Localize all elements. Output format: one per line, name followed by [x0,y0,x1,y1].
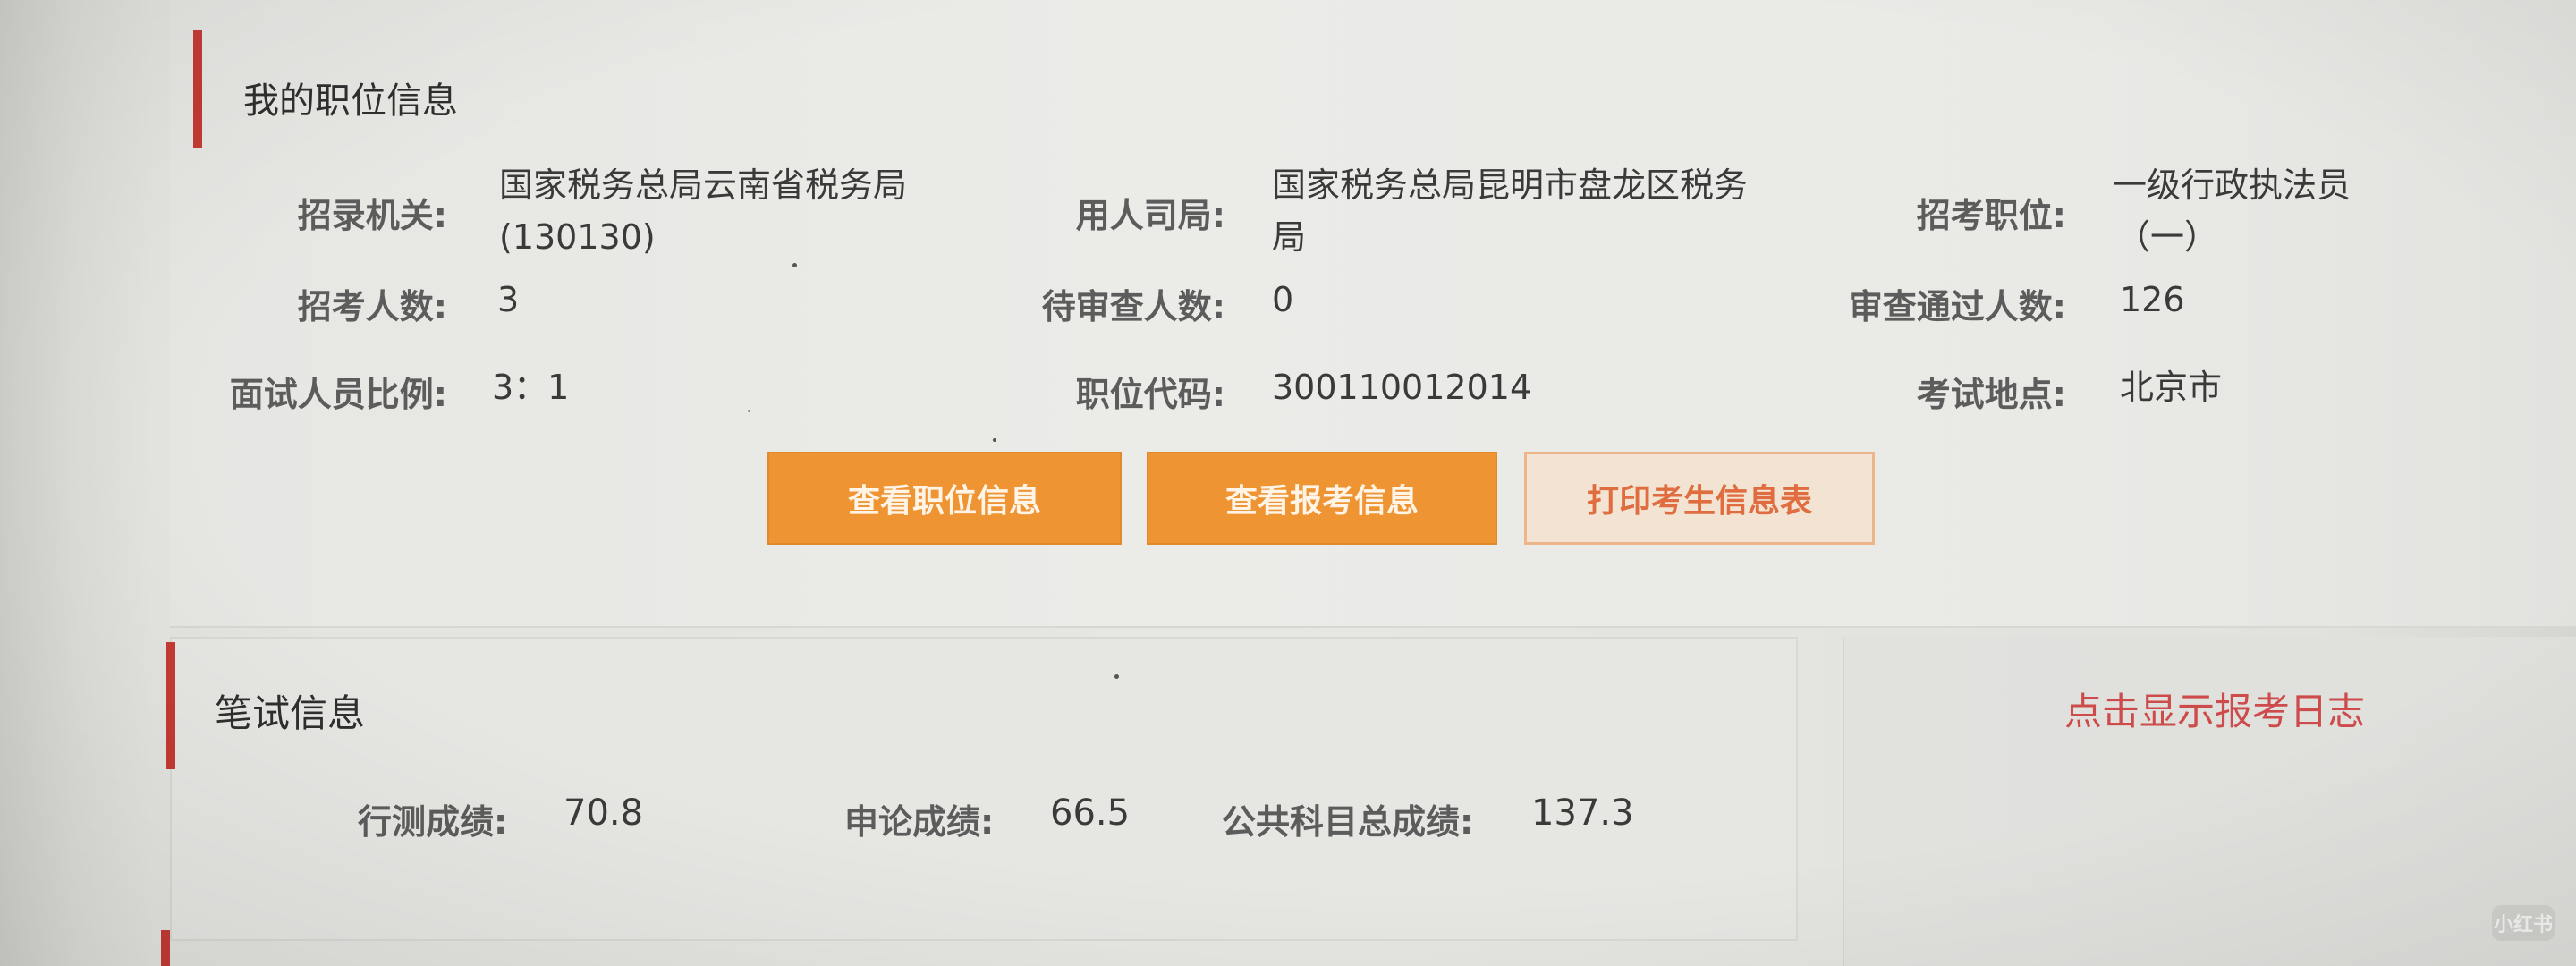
position-code-value: 300110012014 [1272,368,1532,407]
job-label: 招考职位: [1916,196,2066,235]
job-value-line1: 一级行政执法员 [2113,165,2351,205]
shenlun-score-value: 66.5 [1050,792,1131,834]
job-value: 一级行政执法员 （一） [2113,159,2351,263]
employer-value-line1: 国家税务总局昆明市盘龙区税务 [1272,165,1749,205]
view-application-info-button[interactable]: 查看报考信息 [1147,452,1497,545]
written-exam-panel [170,637,1798,941]
total-score-value: 137.3 [1531,792,1634,834]
xingce-score-label: 行测成绩: [358,802,508,842]
dust-speck [748,410,750,412]
page: 我的职位信息 招录机关: 国家税务总局云南省税务局 (130130) 用人司局:… [0,0,2576,966]
recruit-count-label: 招考人数: [297,287,447,326]
total-score-label: 公共科目总成绩: [1222,802,1474,842]
position-section-accent-bar [193,30,202,148]
employer-label: 用人司局: [1075,196,1225,235]
pending-count-value: 0 [1272,280,1294,319]
employer-value: 国家税务总局昆明市盘龙区税务 局 [1272,159,1748,263]
agency-value: 国家税务总局云南省税务局 (130130) [499,159,907,263]
job-value-line2: （一） [2116,217,2219,257]
dust-speck [792,263,797,267]
watermark-badge: 小红书 [2492,905,2555,941]
exam-location-value: 北京市 [2120,368,2223,407]
next-section-accent-bar [161,930,170,966]
exam-location-label: 考试地点: [1916,375,2066,414]
view-position-info-button[interactable]: 查看职位信息 [767,452,1122,545]
agency-value-line2: (130130) [499,217,656,257]
dust-speck [1114,674,1119,679]
employer-value-line2: 局 [1272,217,1307,257]
position-code-label: 职位代码: [1075,375,1225,414]
dust-speck [993,438,996,442]
written-exam-title: 笔试信息 [215,691,366,735]
approved-count-label: 审查通过人数: [1848,287,2066,326]
recruit-count-value: 3 [497,280,520,319]
show-application-log-link[interactable]: 点击显示报考日志 [2064,682,2365,736]
interview-ratio-label: 面试人员比例: [229,375,447,414]
agency-value-line1: 国家税务总局云南省税务局 [499,165,908,205]
position-section-title: 我的职位信息 [243,80,458,122]
shenlun-score-label: 申论成绩: [844,802,995,842]
print-candidate-form-button[interactable]: 打印考生信息表 [1524,452,1875,545]
pending-count-label: 待审查人数: [1041,287,1225,326]
written-exam-accent-bar [166,642,175,769]
xingce-score-value: 70.8 [564,792,644,834]
agency-label: 招录机关: [297,196,447,235]
interview-ratio-value: 3：1 [492,368,570,407]
approved-count-value: 126 [2120,280,2185,319]
